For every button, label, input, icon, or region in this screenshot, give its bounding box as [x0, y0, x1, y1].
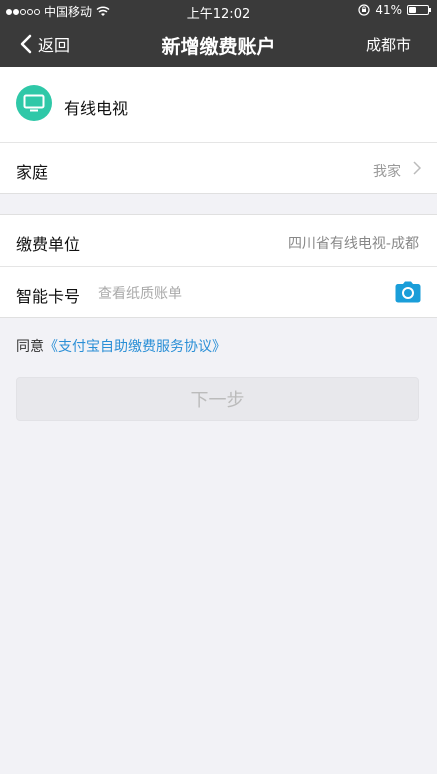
payment-unit-row[interactable]: 缴费单位 四川省有线电视-成都 [0, 215, 437, 267]
chevron-right-icon [413, 161, 421, 175]
agreement-prefix: 同意 [16, 339, 44, 355]
family-group-row[interactable]: 家庭 我家 [0, 143, 437, 193]
status-right: 41% [358, 3, 431, 17]
card-number-row: 智能卡号 [0, 267, 437, 319]
next-step-button[interactable]: 下一步 [16, 377, 419, 421]
account-type-name: 有线电视 [64, 99, 129, 118]
account-section: 有线电视 家庭 我家 [0, 67, 437, 194]
family-label: 家庭 [16, 163, 49, 182]
battery-percent: 41% [375, 3, 402, 17]
agreement-text: 同意《支付宝自助缴费服务协议》 [16, 336, 226, 356]
nav-bar: 返回 新增缴费账户 成都市 [0, 22, 437, 67]
tv-icon [16, 85, 52, 121]
battery-fill [409, 7, 417, 13]
card-number-label: 智能卡号 [16, 287, 81, 306]
camera-icon [395, 281, 421, 303]
status-bar: 中国移动 上午12:02 41% [0, 0, 437, 22]
camera-scan-button[interactable] [395, 281, 421, 307]
battery-icon [407, 5, 431, 15]
payment-details-section: 缴费单位 四川省有线电视-成都 智能卡号 [0, 214, 437, 318]
card-number-input[interactable] [98, 282, 368, 306]
payment-unit-value: 四川省有线电视-成都 [287, 236, 419, 252]
agreement-link[interactable]: 《支付宝自助缴费服务协议》 [44, 339, 226, 355]
payment-unit-label: 缴费单位 [16, 235, 81, 254]
orientation-lock-icon [358, 4, 370, 16]
city-selector-button[interactable]: 成都市 [366, 34, 411, 55]
account-type-row: 有线电视 [0, 67, 437, 143]
family-value: 我家 [373, 164, 401, 180]
